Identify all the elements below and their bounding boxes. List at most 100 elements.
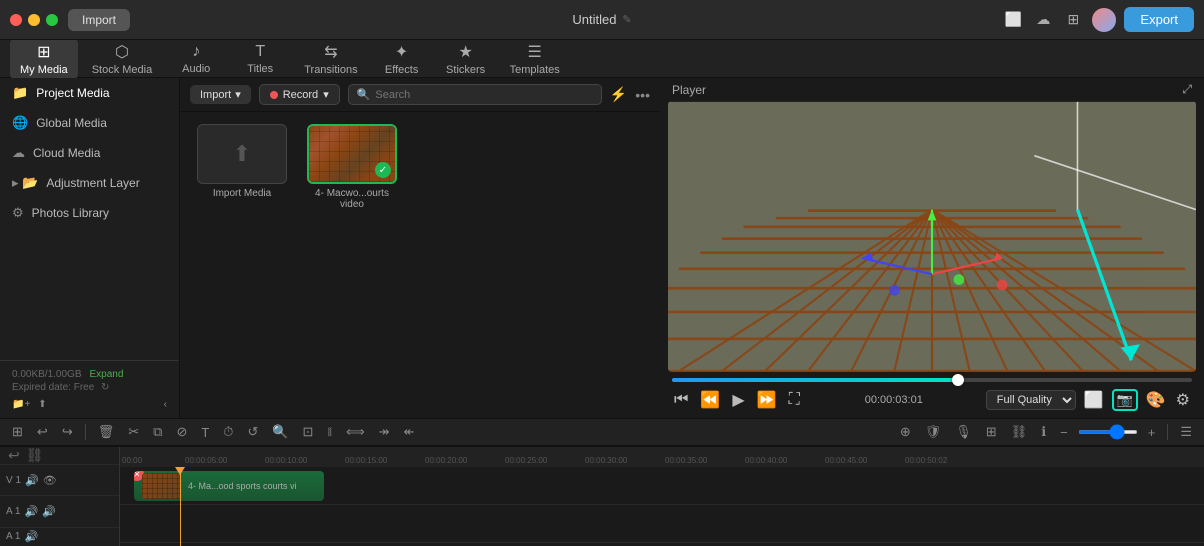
folder-icon: 📁 bbox=[12, 85, 28, 101]
list-item[interactable]: ✓ 4- Macwo...ourts video bbox=[302, 124, 402, 210]
right-controls: Full Quality 1/2 1/4 ⬜ 📷 🎨 ⚙ bbox=[986, 388, 1192, 412]
zoom-out-button[interactable]: 🔍 bbox=[268, 422, 292, 442]
delete-button[interactable]: 🗑 bbox=[94, 422, 119, 442]
frame-back-button[interactable]: ⏪ bbox=[698, 388, 722, 412]
track-v1-eye-icon[interactable]: 👁 bbox=[43, 474, 57, 487]
plus-button[interactable]: + bbox=[1144, 423, 1160, 442]
track-a1-speaker2-icon[interactable]: 🔊 bbox=[42, 505, 56, 518]
link-button[interactable]: ⛓ bbox=[1007, 422, 1032, 442]
info-button[interactable]: ℹ bbox=[1037, 422, 1050, 442]
record-button[interactable]: Record ▾ bbox=[259, 84, 340, 105]
sidebar-item-global-media[interactable]: 🌐 Global Media bbox=[0, 108, 179, 138]
tab-stock-media[interactable]: ⬡ Stock Media bbox=[82, 38, 163, 80]
tab-templates-label: Templates bbox=[510, 64, 560, 76]
expand-player-icon[interactable]: ⤢ bbox=[1182, 82, 1192, 97]
screenshot-button[interactable]: 📷 bbox=[1112, 389, 1138, 411]
tab-effects[interactable]: ✦ Effects bbox=[372, 38, 432, 80]
monitor-player-icon[interactable]: ⬜ bbox=[1082, 388, 1106, 412]
redo-button[interactable]: ↪ bbox=[58, 422, 77, 442]
disable-button[interactable]: ⊘ bbox=[172, 422, 191, 442]
export-button[interactable]: Export bbox=[1124, 7, 1194, 32]
timeline-content: 00:00 00:00:05:00 00:00:10:00 00:00:15:0… bbox=[120, 447, 1204, 546]
add-folder-icon[interactable]: 📁+ bbox=[12, 399, 30, 410]
search-icon: 🔍 bbox=[357, 88, 371, 101]
frame-forward-button[interactable]: ⏩ bbox=[755, 388, 779, 412]
ruler-mark-9: 00:00:45:00 bbox=[825, 456, 867, 465]
skip-back-button[interactable]: ⏮ bbox=[672, 389, 690, 411]
video-clip[interactable]: ✕ 4- Ma...ood sports courts vi bbox=[134, 471, 324, 501]
link-icon[interactable]: ⛓ bbox=[26, 447, 44, 464]
tab-my-media[interactable]: ⊞ My Media bbox=[10, 38, 78, 80]
expand-link[interactable]: Expand bbox=[90, 369, 124, 380]
track-a1b-speaker-icon[interactable]: 🔊 bbox=[24, 530, 38, 543]
sidebar-item-project-media[interactable]: 📁 Project Media bbox=[0, 78, 179, 108]
track-a1-speaker-icon[interactable]: 🔊 bbox=[24, 505, 38, 518]
tab-titles[interactable]: T Titles bbox=[230, 39, 290, 79]
progress-bar[interactable] bbox=[672, 378, 1192, 382]
forward-button[interactable]: ↠ bbox=[375, 422, 394, 442]
quality-select[interactable]: Full Quality 1/2 1/4 bbox=[986, 390, 1076, 410]
sidebar-item-cloud-media[interactable]: ☁ Cloud Media bbox=[0, 138, 179, 168]
cut-button[interactable]: ✂ bbox=[124, 422, 143, 442]
add-track-icon[interactable]: ↩ bbox=[8, 447, 20, 464]
mic-button[interactable]: 🎙 bbox=[951, 422, 976, 442]
view-button[interactable]: ☰ bbox=[1176, 422, 1196, 442]
sidebar-item-photos-library[interactable]: ⚙ Photos Library bbox=[0, 198, 179, 228]
list-item[interactable]: ⬆ Import Media bbox=[192, 124, 292, 210]
split-button[interactable]: ⧛ bbox=[323, 422, 336, 442]
import-dropdown-button[interactable]: Import ▾ bbox=[190, 85, 251, 104]
undo-button[interactable]: ↩ bbox=[33, 422, 52, 442]
play-button[interactable]: ▶ bbox=[730, 388, 746, 412]
zoom-slider[interactable] bbox=[1078, 430, 1138, 434]
fullscreen-button[interactable] bbox=[46, 14, 58, 26]
tab-templates[interactable]: ☰ Templates bbox=[500, 38, 570, 80]
backward-button[interactable]: ↞ bbox=[400, 422, 419, 442]
ruler-mark-7: 00:00:35:00 bbox=[665, 456, 707, 465]
tab-stickers-label: Stickers bbox=[446, 64, 485, 76]
color-icon[interactable]: 🎨 bbox=[1144, 388, 1168, 412]
time-button[interactable]: ⏱ bbox=[219, 422, 237, 442]
user-avatar[interactable] bbox=[1092, 8, 1116, 32]
arrow-icon[interactable]: ‹ bbox=[164, 399, 167, 410]
minimize-button[interactable] bbox=[28, 14, 40, 26]
monitor-icon[interactable]: ⬜ bbox=[1002, 9, 1024, 31]
shield-button[interactable]: 🛡 bbox=[921, 422, 946, 442]
import-button[interactable]: Import bbox=[68, 9, 130, 31]
close-button[interactable] bbox=[10, 14, 22, 26]
snap-button[interactable]: ⊞ bbox=[8, 422, 27, 442]
video-thumb: ✓ bbox=[307, 124, 397, 184]
playhead[interactable] bbox=[180, 467, 181, 546]
crop-button[interactable]: ⊡ bbox=[299, 422, 318, 442]
text-button[interactable]: T bbox=[197, 423, 213, 442]
settings-player-icon[interactable]: ⚙ bbox=[1174, 388, 1192, 412]
video-label: 4- Macwo...ourts video bbox=[302, 188, 402, 210]
track-a1-label: A 1 🔊 🔊 bbox=[0, 496, 119, 527]
loop-button[interactable]: ↺ bbox=[243, 422, 262, 442]
auto-button[interactable]: ⊕ bbox=[896, 422, 915, 442]
tab-stickers[interactable]: ★ Stickers bbox=[436, 38, 496, 80]
tab-audio[interactable]: ♪ Audio bbox=[166, 39, 226, 79]
fullscreen-player-button[interactable]: ⛶ bbox=[787, 389, 802, 411]
filter-icon[interactable]: ⚡ bbox=[610, 86, 627, 103]
nav-tabs: ⊞ My Media ⬡ Stock Media ♪ Audio T Title… bbox=[0, 40, 1204, 78]
timestamp: 00:00:03:01 bbox=[865, 394, 923, 406]
sidebar-item-adjustment-layer[interactable]: ▸ 📂 Adjustment Layer bbox=[0, 168, 179, 198]
refresh-icon[interactable]: ↻ bbox=[101, 382, 109, 393]
grid-icon[interactable]: ⊞ bbox=[1062, 9, 1084, 31]
search-box: 🔍 bbox=[348, 84, 602, 105]
cloud-upload-icon[interactable]: ☁ bbox=[1032, 9, 1054, 31]
more-icon[interactable]: ••• bbox=[635, 87, 650, 103]
copy-button[interactable]: ⧉ bbox=[149, 422, 166, 442]
search-input[interactable] bbox=[375, 89, 592, 101]
sidebar-item-adjustment-layer-label: Adjustment Layer bbox=[46, 176, 139, 190]
track-v1-number: V 1 bbox=[6, 475, 21, 486]
global-icon: 🌐 bbox=[12, 115, 28, 131]
tab-transitions[interactable]: ⇆ Transitions bbox=[294, 38, 367, 80]
track-v1-speaker-icon[interactable]: 🔊 bbox=[25, 474, 39, 487]
caption-button[interactable]: ⊞ bbox=[982, 422, 1001, 442]
shrink-button[interactable]: ⟺ bbox=[342, 422, 369, 442]
controls-row: ⏮ ⏪ ▶ ⏩ ⛶ 00:00:03:01 Full Quality 1/2 1… bbox=[672, 388, 1192, 412]
progress-thumb[interactable] bbox=[952, 374, 964, 386]
import-small-icon[interactable]: ⬆ bbox=[38, 399, 46, 410]
minus-button[interactable]: − bbox=[1056, 423, 1072, 442]
